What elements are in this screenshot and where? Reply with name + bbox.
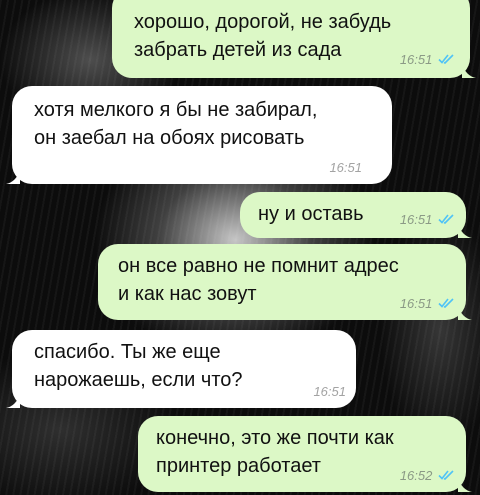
message-text: хотя мелкого я бы не забирал, он заебал … [34,99,318,149]
message-time: 16:51 [399,52,433,67]
message-meta: 16:51 [400,52,454,68]
message-meta: 16:51 [313,384,346,400]
message-bubble-incoming[interactable]: хотя мелкого я бы не забирал, он заебал … [6,86,392,184]
message-time: 16:51 [329,160,362,175]
bubble-tail [6,394,20,408]
message-bubble-outgoing[interactable]: хорошо, дорогой, не забудь забрать детей… [112,0,476,78]
message-time: 16:52 [399,468,433,483]
double-check-icon [438,54,454,64]
message-text: конечно, это же почти как принтер работа… [156,427,394,477]
message-time: 16:51 [313,384,346,399]
message-meta: 16:51 [400,212,454,228]
message-time: 16:51 [399,296,433,311]
bubble-tail [458,478,472,492]
bubble-tail [6,170,20,184]
message-meta: 16:51 [400,296,454,312]
message-bubble-outgoing[interactable]: ну и оставь 16:51 [240,192,472,238]
message-bubble-outgoing[interactable]: конечно, это же почти как принтер работа… [138,416,472,492]
double-check-icon [438,214,454,224]
bubble-tail [458,224,472,238]
message-text: хорошо, дорогой, не забудь забрать детей… [134,11,392,61]
message-bubble-outgoing[interactable]: он все равно не помнит адрес и как нас з… [98,244,472,320]
double-check-icon [438,470,454,480]
double-check-icon [438,298,454,308]
message-text: он все равно не помнит адрес и как нас з… [118,255,399,305]
message-text: спасибо. Ты же еще нарожаешь, если что? [34,341,243,391]
message-meta: 16:51 [329,160,362,176]
bubble-tail [458,306,472,320]
message-time: 16:51 [399,212,433,227]
message-meta: 16:52 [400,468,454,484]
bubble-tail [462,64,476,78]
message-text: ну и оставь [258,203,364,225]
message-bubble-incoming[interactable]: спасибо. Ты же еще нарожаешь, если что? … [6,330,356,408]
